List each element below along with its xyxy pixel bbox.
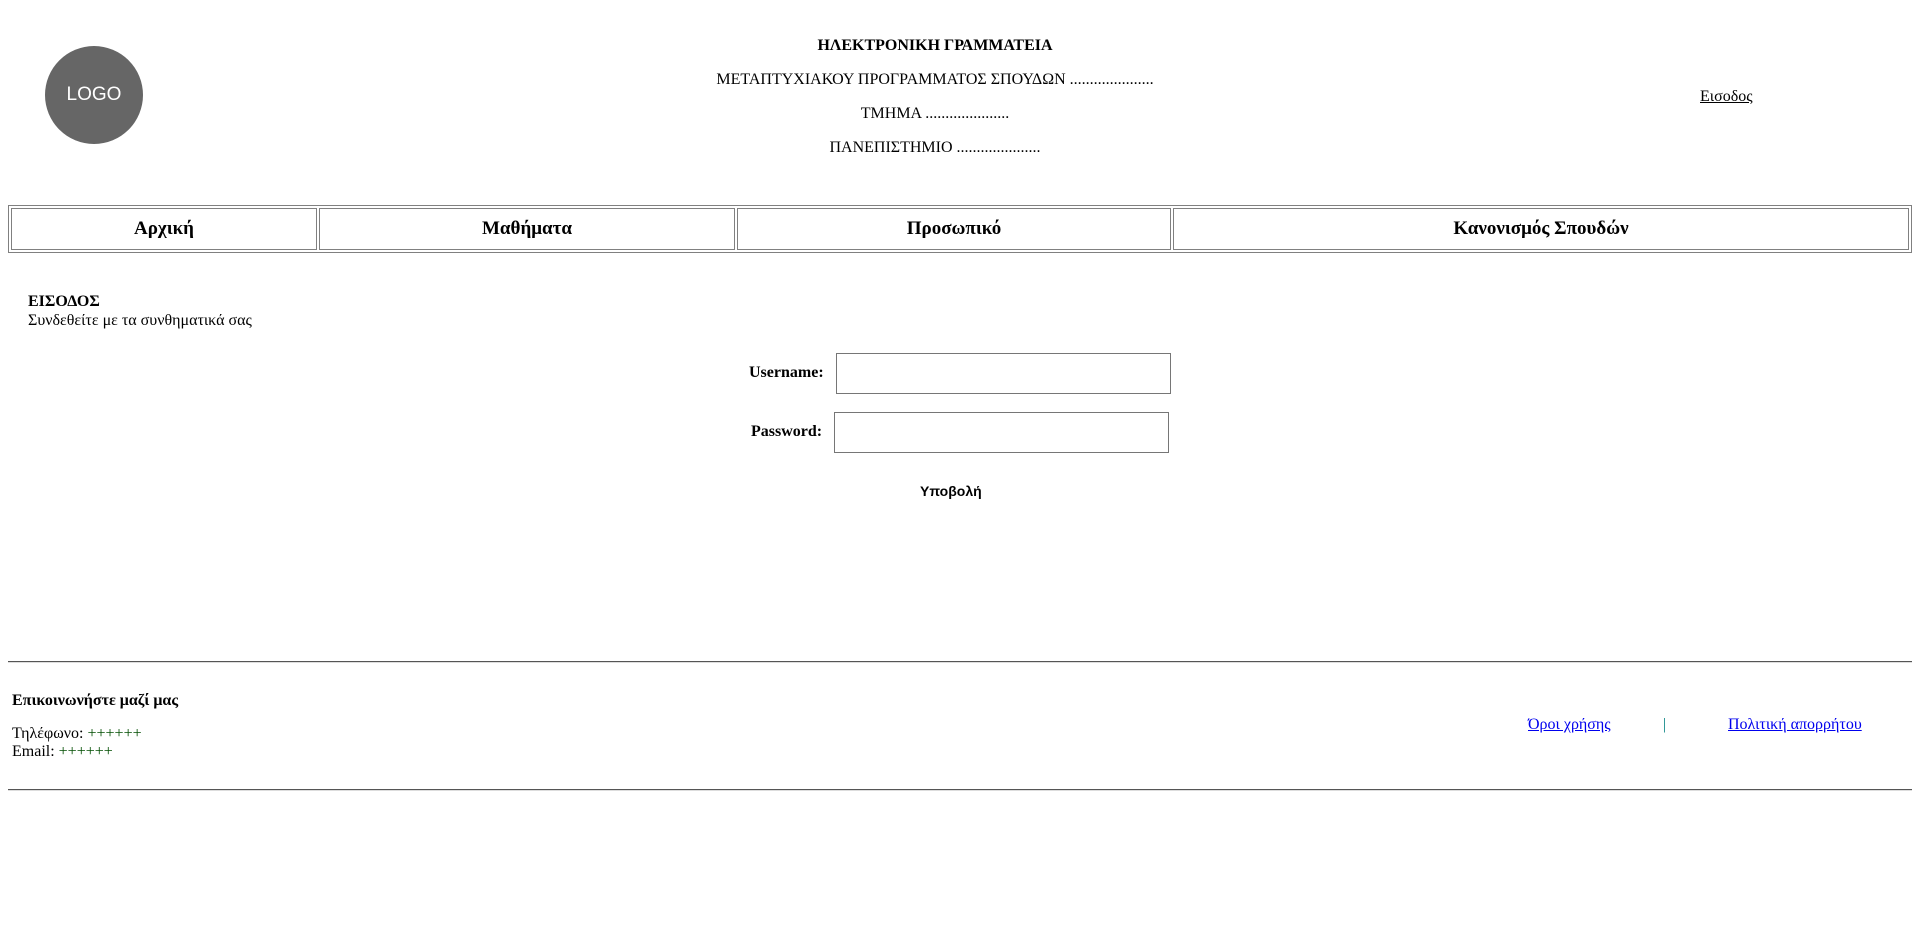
logo: LOGO bbox=[45, 46, 143, 144]
password-label: Password: bbox=[751, 423, 823, 440]
program-name: ΜΕΤΑΠΤΥΧΙΑΚΟΥ ΠΡΟΓΡΑΜΜΑΤΟΣ ΣΠΟΥΔΩΝ .....… bbox=[716, 71, 1154, 88]
terms-link[interactable]: Όροι χρήσης bbox=[1528, 716, 1611, 734]
submit-button[interactable]: Υποβολή bbox=[920, 483, 982, 499]
header-login-link[interactable]: Εισοδος bbox=[1700, 88, 1753, 106]
footer-divider-top bbox=[8, 661, 1912, 663]
contact-phone: Τηλέφωνο: ++++++ bbox=[12, 724, 142, 743]
contact-email: Email: ++++++ bbox=[12, 742, 113, 761]
password-input[interactable] bbox=[834, 412, 1169, 453]
university-name: ΠΑΝΕΠΙΣΤΗΜΙΟ ..................... bbox=[829, 139, 1041, 156]
login-heading: ΕΙΣΟΔΟΣ bbox=[28, 293, 100, 310]
nav-item-courses[interactable]: Μαθήματα bbox=[319, 208, 735, 250]
phone-value: ++++++ bbox=[87, 725, 142, 742]
main-nav: Αρχική Μαθήματα Προσωπικό Κανονισμός Σπο… bbox=[8, 205, 1912, 253]
username-label: Username: bbox=[749, 364, 824, 381]
footer-divider-bottom bbox=[8, 789, 1912, 791]
nav-item-regulations[interactable]: Κανονισμός Σπουδών bbox=[1173, 208, 1909, 250]
phone-label: Τηλέφωνο: bbox=[12, 725, 84, 742]
email-value: ++++++ bbox=[58, 743, 113, 760]
site-title: ΗΛΕΚΤΡΟΝΙΚΗ ΓΡΑΜΜΑΤΕΙΑ bbox=[817, 37, 1053, 54]
page: LOGO ΗΛΕΚΤΡΟΝΙΚΗ ΓΡΑΜΜΑΤΕΙΑ ΜΕΤΑΠΤΥΧΙΑΚΟ… bbox=[0, 0, 1920, 938]
email-label: Email: bbox=[12, 743, 55, 760]
login-subtitle: Συνδεθείτε με τα συνθηματικά σας bbox=[28, 312, 252, 329]
footer-link-separator: | bbox=[1663, 716, 1667, 733]
username-input[interactable] bbox=[836, 353, 1171, 394]
nav-item-staff[interactable]: Προσωπικό bbox=[737, 208, 1171, 250]
nav-item-home[interactable]: Αρχική bbox=[11, 208, 317, 250]
privacy-link[interactable]: Πολιτική απορρήτου bbox=[1728, 716, 1862, 734]
department-name: ΤΜΗΜΑ ..................... bbox=[860, 105, 1010, 122]
contact-heading: Επικοινωνήστε μαζί μας bbox=[12, 692, 179, 709]
